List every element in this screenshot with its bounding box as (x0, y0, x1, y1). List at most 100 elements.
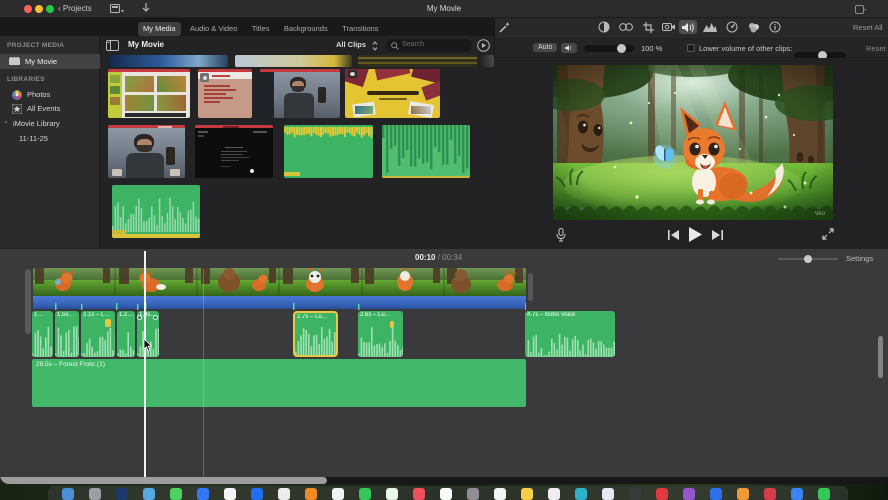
dock-app-icon[interactable] (62, 488, 74, 500)
color-correction-icon[interactable] (595, 20, 613, 34)
timeline-hscroll-thumb[interactable] (0, 477, 327, 484)
media-thumb[interactable] (110, 55, 228, 67)
mute-button[interactable] (561, 43, 577, 53)
clip-filter-icon[interactable] (745, 20, 763, 34)
previous-frame-button[interactable] (668, 230, 679, 240)
tab-titles[interactable]: Titles (247, 22, 275, 36)
movie-start-handle[interactable] (25, 269, 31, 334)
media-thumb-video[interactable] (198, 69, 252, 118)
dock-app-icon[interactable] (494, 488, 506, 500)
sidebar-item-all-events[interactable]: All Events (0, 102, 100, 116)
dock-app-icon[interactable] (440, 488, 452, 500)
audio-clip-selected[interactable]: 2.7s – Lu… (293, 311, 338, 357)
media-thumb[interactable] (482, 55, 494, 67)
dock-app-icon[interactable] (143, 488, 155, 500)
search-input[interactable]: Search (386, 39, 472, 52)
dock-app-icon[interactable] (791, 488, 803, 500)
timeline-zoom-slider[interactable] (778, 254, 838, 263)
clip-filter-play-icon[interactable] (477, 39, 490, 52)
volume-slider[interactable] (584, 44, 634, 53)
speed-icon[interactable] (723, 20, 741, 34)
dock-app-icon[interactable] (764, 488, 776, 500)
audio-clip[interactable]: 1.2… (117, 311, 135, 357)
dock-app-icon[interactable] (656, 488, 668, 500)
dock-app-icon[interactable] (575, 488, 587, 500)
enhance-wand-icon[interactable] (498, 21, 511, 34)
media-thumb-video[interactable] (195, 125, 273, 178)
reset-button[interactable]: Reset (866, 44, 886, 53)
dock-app-icon[interactable] (197, 488, 209, 500)
dock-app-icon[interactable] (332, 488, 344, 500)
auto-volume-button[interactable]: Auto (533, 43, 558, 52)
info-icon[interactable] (766, 20, 784, 34)
volume-icon-selected[interactable] (679, 20, 697, 34)
media-thumb-video[interactable] (108, 125, 185, 178)
audio-clip[interactable]: 2.1s – L… (81, 311, 115, 357)
movie-end-handle[interactable] (528, 273, 533, 301)
dock-app-icon[interactable] (224, 488, 236, 500)
media-thumb-audio[interactable] (382, 125, 470, 178)
media-thumb-audio[interactable] (112, 185, 200, 238)
media-thumb-video[interactable] (345, 69, 440, 118)
dock-app-icon[interactable] (413, 488, 425, 500)
extension-icon[interactable] (855, 5, 866, 14)
timeline-vscrollbar[interactable] (878, 336, 883, 378)
dock-app-icon[interactable] (818, 488, 830, 500)
media-thumb[interactable] (358, 55, 477, 67)
dock-app-icon[interactable] (710, 488, 722, 500)
fade-handle[interactable] (153, 315, 158, 320)
dock-app-icon[interactable] (251, 488, 263, 500)
fade-handle[interactable] (137, 315, 142, 320)
dock-app-icon[interactable] (737, 488, 749, 500)
lower-volume-checkbox[interactable] (687, 44, 695, 52)
dock-app-icon[interactable] (359, 488, 371, 500)
dock-app-icon[interactable] (278, 488, 290, 500)
audio-clip[interactable]: 1.5s… (55, 311, 79, 357)
color-balance-icon[interactable] (617, 20, 635, 34)
timeline-settings-button[interactable]: Settings (846, 254, 873, 263)
dock-app-icon[interactable] (170, 488, 182, 500)
dock-app-icon[interactable] (116, 488, 128, 500)
tab-my-media[interactable]: My Media (138, 22, 181, 36)
audio-clip[interactable]: 4.7s – Bobo Voice (525, 311, 615, 357)
tab-audio-video[interactable]: Audio & Video (185, 22, 242, 36)
sidebar-item-label: 11-11-25 (19, 134, 48, 143)
dock-app-icon[interactable] (89, 488, 101, 500)
sidebar-item-event-11-11-25[interactable]: 11-11-25 (0, 132, 100, 146)
volume-slider-knob[interactable] (617, 44, 626, 53)
noise-reduction-icon[interactable] (701, 20, 719, 34)
dock-app-icon[interactable] (548, 488, 560, 500)
crop-icon[interactable] (639, 20, 657, 34)
dock-app-icon[interactable] (683, 488, 695, 500)
media-thumb-audio[interactable] (284, 125, 373, 178)
dock-app-icon[interactable] (305, 488, 317, 500)
dock-app-icon[interactable] (521, 488, 533, 500)
chevron-down-icon[interactable]: ⌄ (3, 117, 9, 125)
dock-app-icon[interactable] (602, 488, 614, 500)
media-thumb-video[interactable] (260, 69, 340, 118)
next-frame-button[interactable] (712, 230, 723, 240)
tab-backgrounds[interactable]: Backgrounds (279, 22, 333, 36)
sidebar-item-imovie-library[interactable]: ⌄ iMovie Library (0, 117, 100, 131)
background-music-clip[interactable]: 29.5s – Forest Frolic (1) (32, 359, 526, 407)
playhead[interactable] (144, 251, 146, 478)
play-button[interactable] (688, 227, 702, 242)
dock-app-icon[interactable] (386, 488, 398, 500)
dock-app-icon[interactable] (629, 488, 641, 500)
reset-all-button[interactable]: Reset All (853, 23, 883, 32)
voiceover-mic-icon[interactable] (556, 228, 566, 242)
sidebar-toggle-icon[interactable] (106, 40, 119, 51)
timeline-zoom-knob[interactable] (804, 254, 812, 263)
dock-app-icon[interactable] (467, 488, 479, 500)
sidebar-item-my-movie[interactable]: My Movie (0, 54, 100, 69)
tab-transitions[interactable]: Transitions (337, 22, 383, 36)
media-thumb[interactable] (235, 55, 352, 67)
sidebar-item-photos[interactable]: Photos (0, 88, 100, 102)
audio-clip[interactable]: 2.6s – Lu… (358, 311, 403, 357)
all-clips-filter[interactable]: All Clips (336, 40, 366, 49)
media-thumb-video[interactable] (108, 69, 190, 118)
audio-clip[interactable]: 1… (32, 311, 53, 357)
fullscreen-icon[interactable] (822, 228, 834, 240)
stabilization-icon[interactable] (659, 20, 677, 34)
video-filmstrip[interactable] (33, 268, 526, 296)
